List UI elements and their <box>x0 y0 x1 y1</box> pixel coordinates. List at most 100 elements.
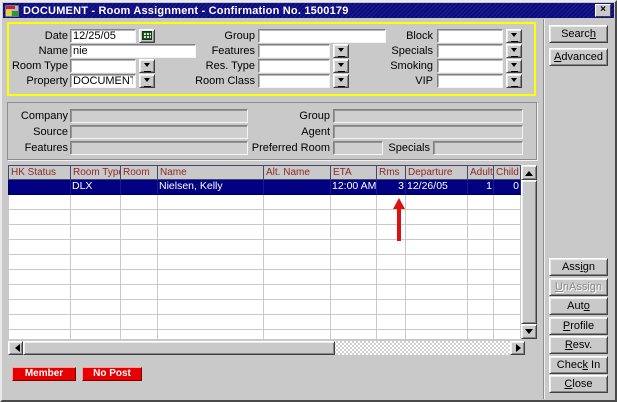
grid-empty-cell <box>494 330 521 339</box>
grid-empty-cell <box>468 285 494 300</box>
res-type-field[interactable] <box>258 59 330 73</box>
grid-empty-row[interactable] <box>9 225 521 240</box>
room-type-dropdown-button[interactable] <box>139 59 155 73</box>
grid-empty-cell <box>331 315 377 330</box>
specials-dropdown-button[interactable] <box>506 44 522 58</box>
smoking-dropdown-button[interactable] <box>506 59 522 73</box>
grid-empty-cell <box>264 225 331 240</box>
scroll-up-button[interactable] <box>521 165 537 180</box>
scroll-left-icon <box>11 344 20 352</box>
property-field[interactable] <box>70 74 136 88</box>
scroll-down-button[interactable] <box>521 324 537 339</box>
resv-button[interactable]: Resv. <box>549 336 608 354</box>
grid-empty-cell <box>158 315 264 330</box>
grid-empty-cell <box>71 300 121 315</box>
specials-field[interactable] <box>437 44 503 58</box>
column-header-adult: Adult <box>468 166 494 180</box>
calendar-icon <box>142 31 152 40</box>
scroll-right-icon <box>516 344 525 352</box>
block-field[interactable] <box>437 29 503 43</box>
cell-child: 0 <box>494 180 521 195</box>
grid-empty-cell <box>468 255 494 270</box>
cell-alt-name <box>264 180 331 195</box>
dropdown-icon <box>144 63 150 70</box>
dropdown-icon <box>511 48 517 55</box>
cell-departure: 12/26/05 <box>406 180 468 195</box>
cell-hk-status <box>9 180 71 195</box>
grid-empty-cell <box>406 285 468 300</box>
advanced-button[interactable]: Advanced <box>549 48 608 66</box>
grid-empty-cell <box>9 195 71 210</box>
features-field[interactable] <box>258 44 330 58</box>
grid-empty-cell <box>71 330 121 339</box>
company-value <box>70 109 248 123</box>
dropdown-icon <box>144 78 150 85</box>
grid-empty-cell <box>71 195 121 210</box>
grid-vertical-scrollbar[interactable] <box>521 165 537 339</box>
grid-empty-row[interactable] <box>9 330 521 339</box>
source-label: Source <box>6 125 68 139</box>
grid-empty-row[interactable] <box>9 240 521 255</box>
profile-button[interactable]: Profile <box>549 317 608 335</box>
grid-empty-row[interactable] <box>9 195 521 210</box>
vertical-scroll-thumb[interactable] <box>521 180 537 324</box>
grid-empty-cell <box>494 300 521 315</box>
group-label: Group <box>192 29 255 43</box>
name-field[interactable] <box>70 44 196 58</box>
close-button[interactable]: Close <box>549 375 608 393</box>
grid-empty-cell <box>158 255 264 270</box>
no-post-lamp[interactable]: No Post <box>82 367 142 381</box>
scroll-down-icon <box>525 329 533 338</box>
grid-empty-cell <box>406 255 468 270</box>
scroll-left-button[interactable] <box>8 341 23 355</box>
grid-horizontal-scrollbar[interactable] <box>8 341 525 355</box>
calendar-button[interactable] <box>139 29 155 43</box>
grid-empty-row[interactable] <box>9 285 521 300</box>
room-class-field[interactable] <box>258 74 330 88</box>
grid-empty-cell <box>494 255 521 270</box>
column-header-hk-status: HK Status <box>9 166 71 180</box>
grid-empty-cell <box>121 315 158 330</box>
vip-dropdown-button[interactable] <box>506 74 522 88</box>
close-icon[interactable]: × <box>595 4 611 17</box>
dropdown-icon <box>338 48 344 55</box>
vip-field[interactable] <box>437 74 503 88</box>
grid-empty-row[interactable] <box>9 300 521 315</box>
dropdown-icon <box>511 63 517 70</box>
app-icon <box>5 5 19 17</box>
cell-adult: 1 <box>468 180 494 195</box>
grid-empty-row[interactable] <box>9 210 521 225</box>
column-header-eta: ETA <box>331 166 377 180</box>
annotation-arrow-shaft <box>397 208 401 241</box>
auto-button[interactable]: Auto <box>549 297 608 315</box>
grid-empty-cell <box>158 285 264 300</box>
grid-empty-cell <box>121 210 158 225</box>
column-header-name: Name <box>158 166 264 180</box>
check-in-button[interactable]: Check In <box>549 356 608 374</box>
assign-button[interactable]: Assign <box>549 258 608 276</box>
scroll-right-button[interactable] <box>510 341 525 355</box>
dropdown-icon <box>338 78 344 85</box>
search-button[interactable]: Search <box>549 25 608 43</box>
grid-empty-row[interactable] <box>9 315 521 330</box>
source-value <box>70 125 248 139</box>
features-info-label: Features <box>6 141 68 155</box>
scroll-up-icon <box>525 167 533 176</box>
member-lamp[interactable]: Member <box>12 367 76 381</box>
block-dropdown-button[interactable] <box>506 29 522 43</box>
room-type-field[interactable] <box>70 59 136 73</box>
smoking-field[interactable] <box>437 59 503 73</box>
grid-empty-row[interactable] <box>9 255 521 270</box>
horizontal-scroll-thumb[interactable] <box>23 341 335 355</box>
property-dropdown-button[interactable] <box>139 74 155 88</box>
grid-empty-cell <box>468 315 494 330</box>
selected-reservation-row[interactable]: DLX Nielsen, Kelly 12:00 AM 3 12/26/05 1… <box>8 180 521 195</box>
grid-empty-cell <box>9 300 71 315</box>
grid-empty-cell <box>264 240 331 255</box>
unassign-button[interactable]: UnAssign <box>549 278 608 296</box>
date-field[interactable] <box>70 29 136 43</box>
grid-empty-cell <box>406 300 468 315</box>
grid-empty-cell <box>406 330 468 339</box>
grid-empty-cell <box>406 270 468 285</box>
grid-empty-row[interactable] <box>9 270 521 285</box>
